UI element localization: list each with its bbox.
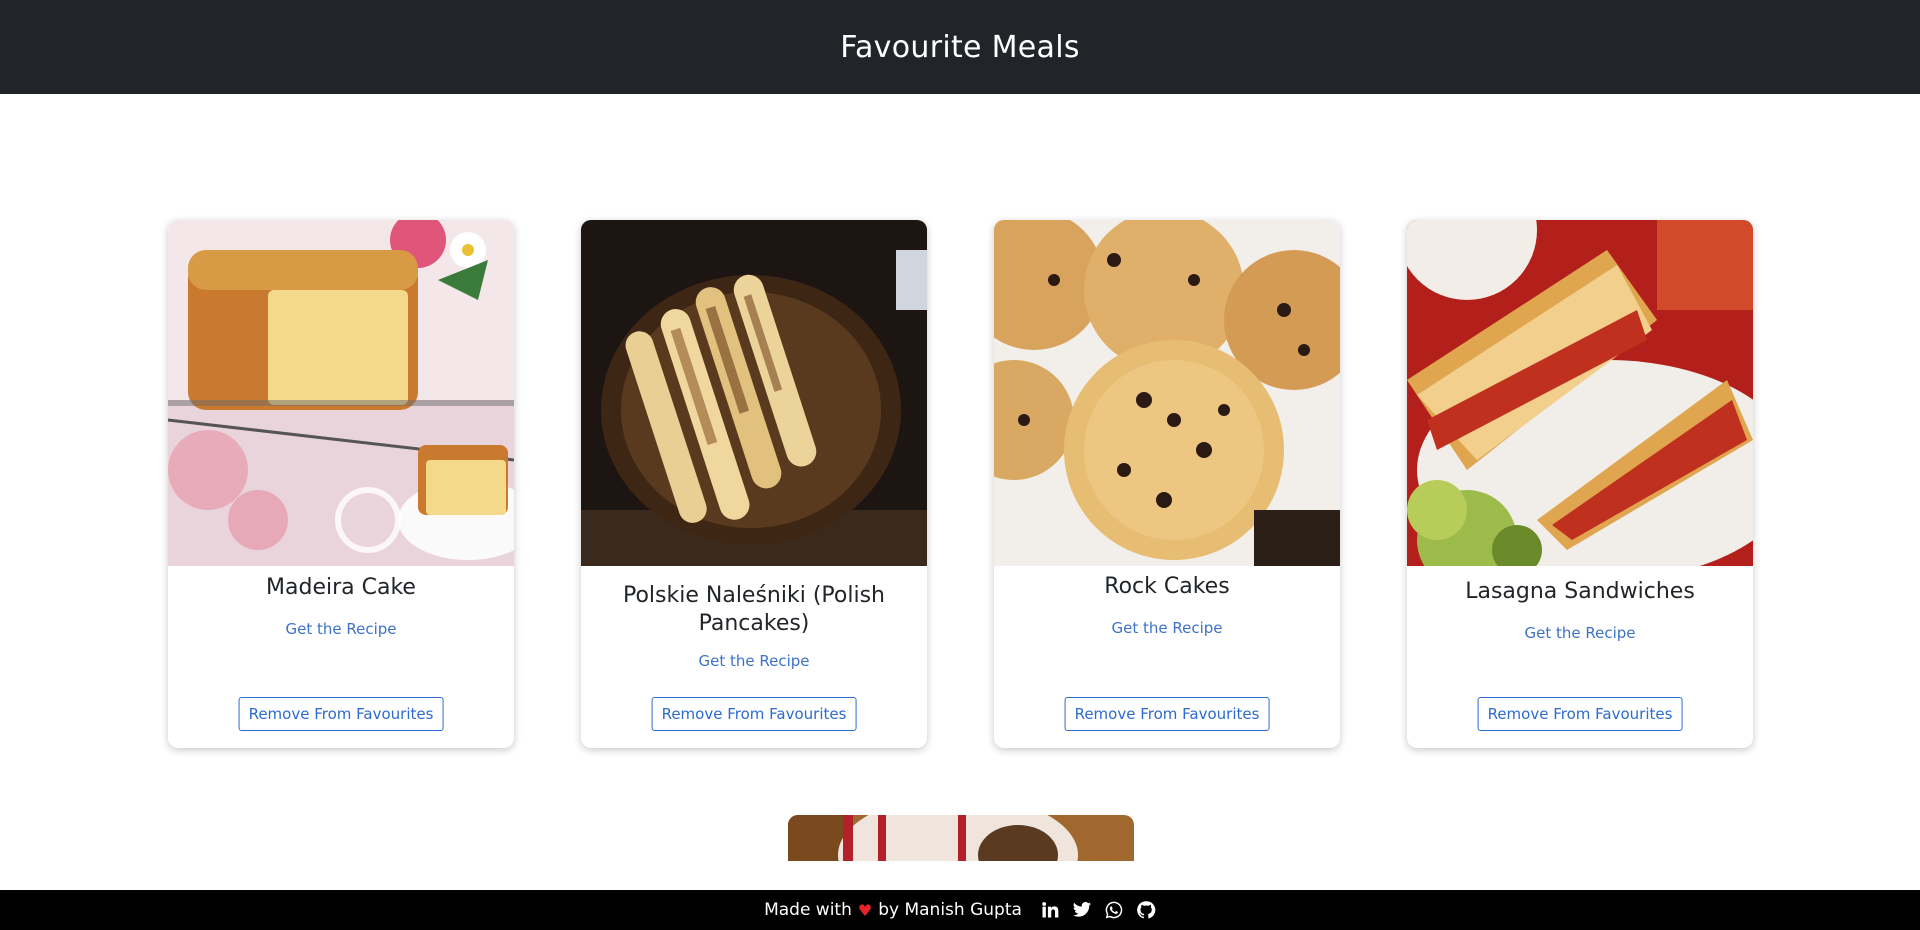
meal-card-body: Polskie Naleśniki (Polish Pancakes) Get … [581, 566, 927, 748]
meal-title: Lasagna Sandwiches [1465, 579, 1695, 604]
remove-from-favourites-button[interactable]: Remove From Favourites [1064, 697, 1270, 731]
remove-from-favourites-button[interactable]: Remove From Favourites [1477, 697, 1683, 731]
footer-author: by Manish Gupta [878, 900, 1022, 920]
remove-from-favourites-button[interactable]: Remove From Favourites [238, 697, 444, 731]
heart-icon: ♥ [857, 900, 873, 920]
meal-image [168, 220, 514, 566]
footer-made-with: Made with [764, 900, 852, 920]
get-recipe-link[interactable]: Get the Recipe [168, 620, 514, 638]
get-recipe-link[interactable]: Get the Recipe [581, 652, 927, 670]
meal-image [788, 815, 1134, 861]
get-recipe-link[interactable]: Get the Recipe [994, 619, 1340, 637]
meal-card: Madeira Cake Get the Recipe Remove From … [168, 220, 514, 748]
linkedin-icon[interactable] [1040, 900, 1060, 920]
remove-from-favourites-button[interactable]: Remove From Favourites [651, 697, 857, 731]
meal-card-body: Lasagna Sandwiches Get the Recipe Remove… [1407, 566, 1753, 748]
meal-card-body: Madeira Cake Get the Recipe Remove From … [168, 566, 514, 748]
meal-card-partial [788, 815, 1134, 861]
meal-title: Polskie Naleśniki (Polish Pancakes) [622, 583, 885, 636]
meal-card: Polskie Naleśniki (Polish Pancakes) Get … [581, 220, 927, 748]
twitter-icon[interactable] [1072, 900, 1092, 920]
meal-card: Rock Cakes Get the Recipe Remove From Fa… [994, 220, 1340, 748]
meal-image [994, 220, 1340, 566]
whatsapp-icon[interactable] [1104, 900, 1124, 920]
meal-title: Rock Cakes [1104, 574, 1230, 599]
meal-image [581, 220, 927, 566]
page-title: Favourite Meals [840, 29, 1080, 65]
get-recipe-link[interactable]: Get the Recipe [1407, 624, 1753, 642]
meal-image [1407, 220, 1753, 566]
social-links [1040, 900, 1156, 920]
meal-card-body: Rock Cakes Get the Recipe Remove From Fa… [994, 566, 1340, 748]
meal-card: Lasagna Sandwiches Get the Recipe Remove… [1407, 220, 1753, 748]
meal-title: Madeira Cake [266, 575, 416, 600]
page-footer: Made with ♥ by Manish Gupta [0, 890, 1920, 930]
github-icon[interactable] [1136, 900, 1156, 920]
page-header: Favourite Meals [0, 0, 1920, 94]
